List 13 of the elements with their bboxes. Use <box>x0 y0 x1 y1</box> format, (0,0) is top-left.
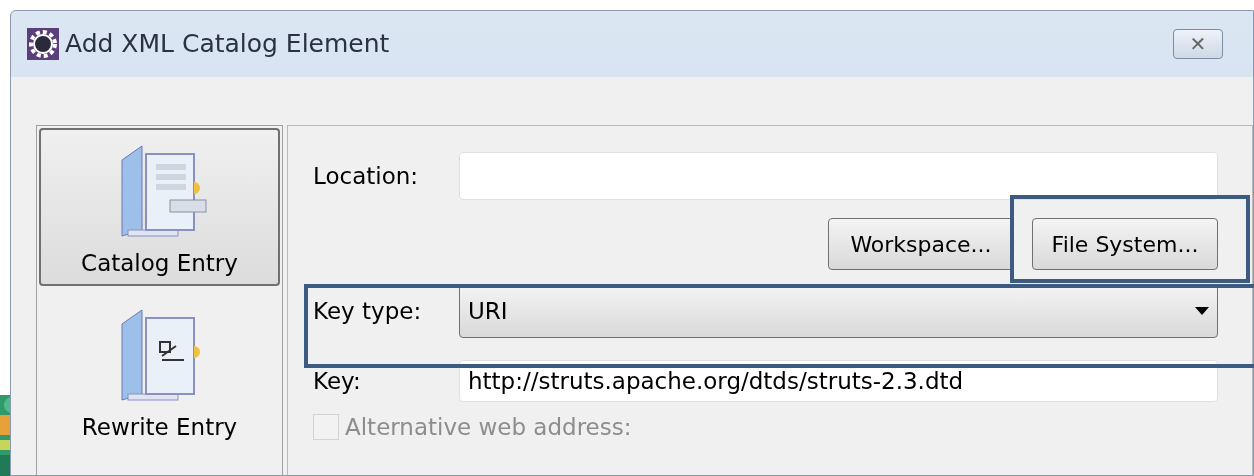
dropdown-arrow-icon <box>1195 307 1209 315</box>
close-button[interactable]: ✕ <box>1173 29 1223 59</box>
gear-icon <box>27 28 59 60</box>
browse-button[interactable]: File System... <box>1032 218 1218 270</box>
key-field[interactable]: http://struts.apache.org/dtds/struts-2.3.dtd <box>459 360 1218 402</box>
field-label: Key: <box>313 366 362 396</box>
field-label: Location: <box>313 161 420 191</box>
checkbox-label: Alternative web address: <box>345 413 632 442</box>
field-label: Key type: <box>313 296 423 326</box>
location-field[interactable] <box>459 152 1218 200</box>
entry-type-item[interactable]: Catalog Entry <box>39 128 280 286</box>
entry-type-item[interactable]: Rewrite Entry <box>39 292 280 450</box>
window-title: Add XML Catalog Element <box>65 28 390 61</box>
